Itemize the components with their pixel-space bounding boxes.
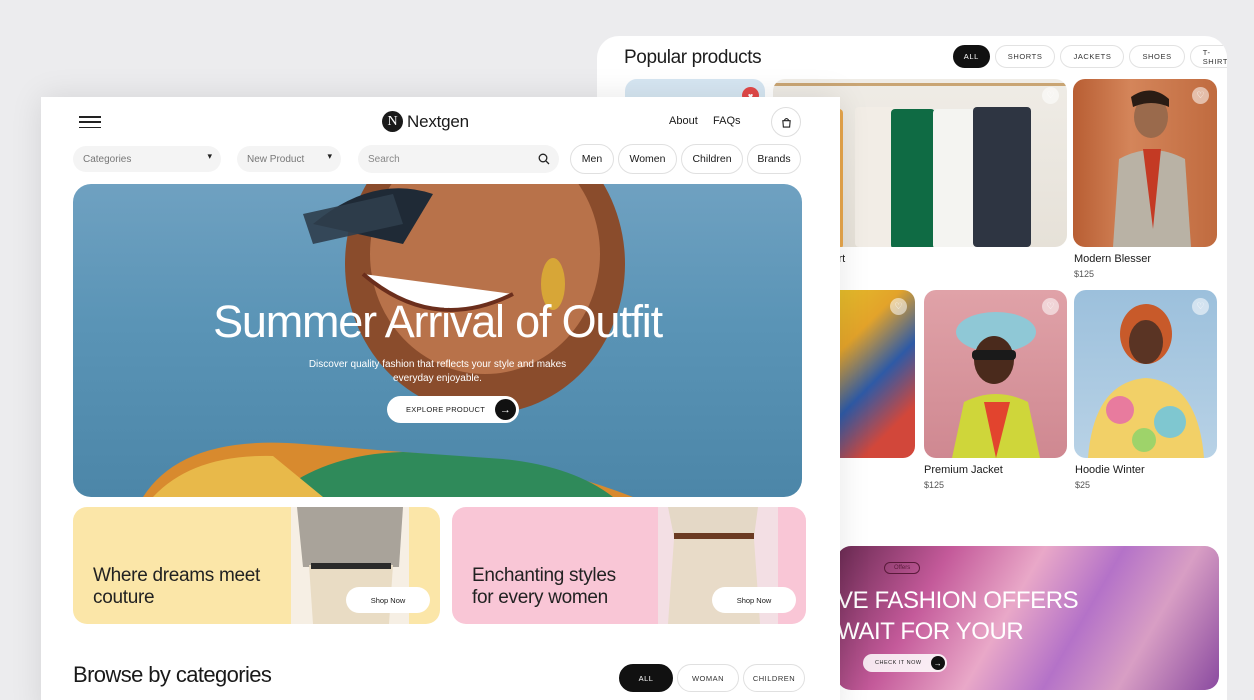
search-placeholder: Search [368, 153, 400, 165]
product-price: $125 [924, 480, 945, 490]
search-icon[interactable] [538, 153, 550, 165]
promo-card-women: Enchanting styles for every women Shop N… [452, 507, 806, 624]
woman-in-puffer-image [1088, 304, 1204, 458]
logo-text: Nextgen [407, 111, 469, 131]
product-name: Premium Jacket [924, 464, 1003, 476]
heart-icon[interactable]: ♡ [1042, 298, 1059, 315]
promo-card-couture: Where dreams meet couture Shop Now [73, 507, 440, 624]
offers-tag: Offers [884, 562, 921, 574]
search-input[interactable]: Search [358, 145, 559, 173]
promo-title-line-2: couture [93, 587, 155, 608]
cart-button[interactable] [771, 107, 801, 137]
filter-shorts[interactable]: SHORTS [994, 45, 1056, 68]
promo-title-line-1: Where dreams meet [93, 565, 261, 586]
tab-men[interactable]: Men [570, 144, 614, 174]
tab-women[interactable]: Women [618, 144, 677, 174]
product-price: $125 [1074, 269, 1095, 279]
heart-icon[interactable]: ♡ [890, 298, 907, 315]
heart-icon[interactable]: ♡ [1192, 87, 1209, 104]
hero-subtitle-line-1: Discover quality fashion that reflects y… [308, 359, 567, 370]
offer-headline-line-2: WAIT FOR YOUR [837, 618, 1024, 645]
logo[interactable]: N Nextgen [382, 111, 469, 132]
product-price: $25 [1075, 480, 1091, 490]
hero-subtitle: Discover quality fashion that reflects y… [73, 358, 802, 386]
filter-tshirt[interactable]: T-SHIRT [1189, 45, 1227, 68]
offer-headline-line-1: VE FASHION OFFERS [837, 587, 1079, 614]
hamburger-menu-icon[interactable] [79, 116, 101, 128]
shop-now-button[interactable]: Shop Now [712, 587, 796, 613]
heart-icon[interactable]: ♡ [1192, 298, 1209, 315]
category-tab-all[interactable]: ALL [619, 664, 673, 692]
hero-banner: Summer Arrival of Outfit Discover qualit… [73, 184, 802, 497]
tab-children[interactable]: Children [681, 144, 743, 174]
new-product-select-value: New Product [247, 153, 305, 165]
promo-title: Enchanting styles for every women [472, 565, 616, 609]
filter-all[interactable]: ALL [953, 45, 990, 68]
shop-now-button[interactable]: Shop Now [346, 587, 430, 613]
nav-link-about[interactable]: About [669, 115, 698, 127]
chevron-down-icon: ▾ [207, 151, 212, 161]
promo-title-line-2: for every women [472, 587, 608, 608]
browse-categories-title: Browse by categories [73, 662, 272, 687]
logo-mark: N [382, 111, 403, 132]
heart-icon[interactable]: ♡ [1042, 87, 1059, 104]
tab-brands[interactable]: Brands [747, 144, 801, 174]
check-it-now-label: CHECK IT NOW [875, 660, 922, 666]
popular-products-title: Popular products [624, 47, 762, 68]
shopping-bag-icon [781, 117, 791, 128]
explore-product-button[interactable]: EXPLORE PRODUCT → [387, 396, 519, 423]
hero-title: Summer Arrival of Outfit [213, 296, 663, 347]
explore-product-label: EXPLORE PRODUCT [406, 405, 486, 414]
filter-shoes[interactable]: SHOES [1129, 45, 1185, 68]
categories-select-value: Categories [83, 153, 132, 165]
promo-title-line-1: Enchanting styles [472, 565, 616, 586]
check-it-now-button[interactable]: CHECK IT NOW → [863, 654, 947, 672]
arrow-right-icon: → [495, 399, 516, 420]
category-tab-children[interactable]: CHILDREN [743, 664, 805, 692]
filter-jackets[interactable]: JACKETS [1060, 45, 1125, 68]
product-name: Modern Blesser [1074, 253, 1152, 265]
product-card-modern-blesser[interactable]: ♡ [1073, 79, 1217, 247]
nav-link-faqs[interactable]: FAQs [713, 115, 741, 127]
arrow-right-icon: → [931, 656, 945, 670]
offers-banner: Offers VE FASHION OFFERS WAIT FOR YOUR C… [837, 546, 1219, 690]
promo-title: Where dreams meet couture [93, 565, 260, 609]
new-product-select[interactable]: New Product ▾ [237, 146, 341, 172]
product-card-premium-jacket[interactable]: ♡ [924, 290, 1067, 458]
man-in-suit-image [1113, 90, 1191, 247]
product-name: Hoodie Winter [1075, 464, 1145, 476]
man-in-jacket-image [952, 312, 1040, 458]
product-filter-row: ALL SHORTS JACKETS SHOES T-SHIRT [953, 45, 1227, 68]
chevron-down-icon: ▾ [327, 151, 332, 161]
storefront-window: N Nextgen About FAQs Categories ▾ New Pr… [41, 97, 840, 700]
product-card-hoodie-winter[interactable]: ♡ [1074, 290, 1217, 458]
hero-subtitle-line-2: everyday enjoyable. [393, 373, 482, 384]
category-tab-woman[interactable]: WOMAN [677, 664, 739, 692]
categories-select[interactable]: Categories ▾ [73, 146, 221, 172]
